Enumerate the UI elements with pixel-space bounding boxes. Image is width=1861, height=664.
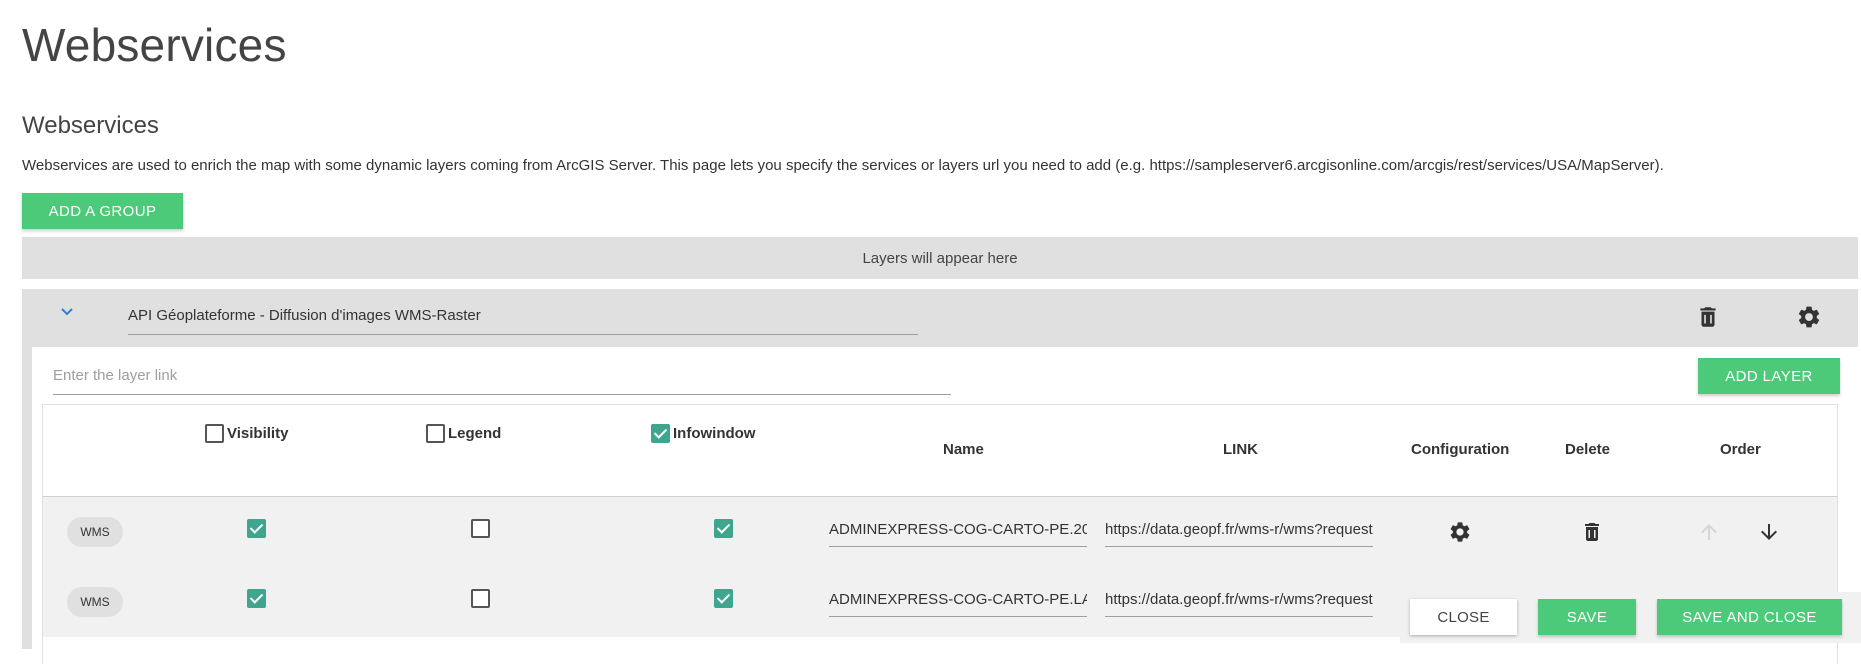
gear-icon[interactable] xyxy=(1448,520,1472,544)
header-name: Name xyxy=(943,441,984,458)
section-description: Webservices are used to enrich the map w… xyxy=(22,157,1664,174)
layer-link-field[interactable] xyxy=(1105,585,1373,617)
visibility-checkbox[interactable] xyxy=(247,519,266,538)
layer-name-input[interactable] xyxy=(829,515,1087,547)
header-infowindow-checkbox[interactable] xyxy=(651,424,670,443)
arrow-up-icon[interactable] xyxy=(1697,520,1721,544)
infowindow-checkbox[interactable] xyxy=(714,589,734,608)
layer-link-field[interactable] xyxy=(1105,515,1373,547)
header-visibility-checkbox[interactable] xyxy=(205,424,224,443)
add-layer-button[interactable]: ADD LAYER xyxy=(1698,358,1840,394)
header-link: LINK xyxy=(1223,441,1258,458)
legend-checkbox[interactable] xyxy=(471,519,490,538)
trash-icon[interactable] xyxy=(1580,520,1604,544)
infowindow-checkbox[interactable] xyxy=(714,519,734,538)
layer-name-input[interactable] xyxy=(829,585,1087,617)
header-visibility-label: Visibility xyxy=(227,425,289,442)
layer-type-chip: WMS xyxy=(67,587,123,617)
header-configuration: Configuration xyxy=(1411,441,1510,458)
table-row: WMS xyxy=(43,497,1837,567)
layers-placeholder-text: Layers will appear here xyxy=(862,249,1018,267)
header-infowindow-label: Infowindow xyxy=(673,425,756,442)
arrow-down-icon[interactable] xyxy=(1757,520,1781,544)
header-legend: Legend xyxy=(426,424,501,443)
save-button[interactable]: SAVE xyxy=(1538,599,1636,635)
header-legend-label: Legend xyxy=(448,425,502,442)
add-group-button[interactable]: ADD A GROUP xyxy=(22,193,183,229)
trash-icon[interactable] xyxy=(1695,304,1721,330)
gear-icon[interactable] xyxy=(1796,304,1822,330)
legend-checkbox[interactable] xyxy=(471,589,490,608)
visibility-checkbox[interactable] xyxy=(247,589,266,608)
layer-type-chip: WMS xyxy=(67,517,123,547)
chevron-down-icon[interactable] xyxy=(58,303,76,321)
header-infowindow: Infowindow xyxy=(651,424,755,443)
header-delete: Delete xyxy=(1565,441,1611,458)
header-order: Order xyxy=(1720,441,1761,458)
header-legend-checkbox[interactable] xyxy=(426,424,445,443)
header-visibility: Visibility xyxy=(205,424,288,443)
table-header: Visibility Legend Infowindow Name LINK C… xyxy=(43,405,1837,497)
layers-drop-zone: Layers will appear here xyxy=(22,237,1858,279)
group-name-input[interactable] xyxy=(128,301,918,335)
section-title: Webservices xyxy=(22,112,159,139)
layer-link-input[interactable] xyxy=(53,361,951,395)
save-and-close-button[interactable]: SAVE AND CLOSE xyxy=(1657,599,1842,635)
page-title: Webservices xyxy=(22,19,287,71)
close-button[interactable]: CLOSE xyxy=(1410,599,1517,635)
